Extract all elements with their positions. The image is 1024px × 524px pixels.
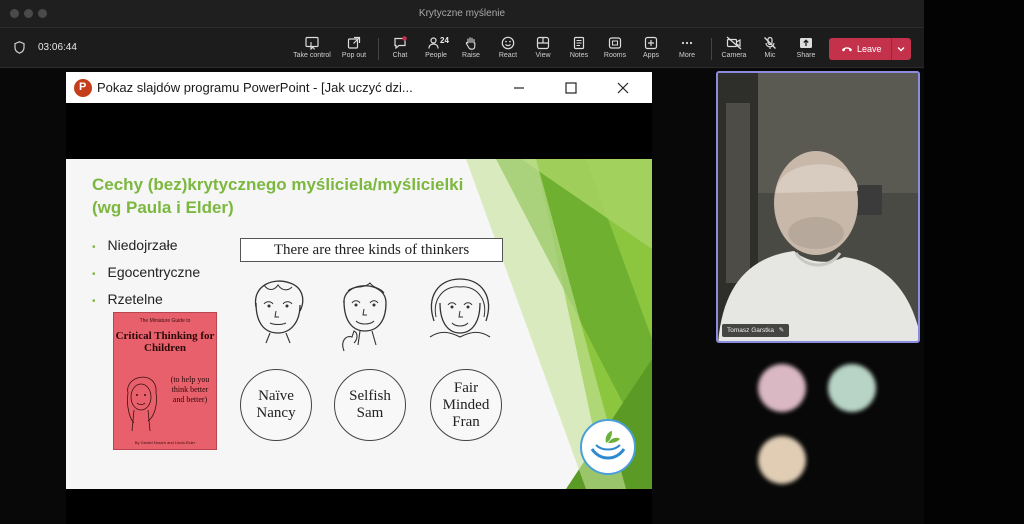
pop-out-icon (347, 36, 361, 49)
rooms-icon (608, 37, 622, 49)
thinkers-caption: There are three kinds of thinkers (240, 238, 503, 262)
bullet-item: • Egocentryczne (92, 264, 201, 280)
leave-button[interactable]: Leave (829, 38, 911, 60)
bullet-item: • Rzetelne (92, 291, 163, 307)
more-label: More (679, 52, 695, 59)
leave-label: Leave (857, 44, 882, 54)
character-label-sam: Selfish Sam (334, 369, 406, 441)
view-icon (536, 36, 550, 50)
apps-icon (644, 36, 658, 50)
take-control-button[interactable]: Take control (290, 34, 334, 64)
share-button[interactable]: Share (784, 34, 828, 64)
slide: Cechy (bez)krytycznego myśliciela/myślic… (66, 159, 652, 489)
participant-avatar[interactable] (828, 364, 876, 412)
sam-face-drawing (342, 282, 387, 352)
pop-out-button[interactable]: Pop out (332, 34, 376, 64)
people-count: 24 (440, 36, 449, 45)
character-label-fran: Fair Minded Fran (430, 369, 502, 441)
character-label-nancy: Naïve Nancy (240, 369, 312, 441)
participant-video-tile[interactable]: Tomasz Garstka ✎ (716, 71, 920, 343)
shield-icon (14, 41, 25, 54)
mic-off-icon (764, 36, 776, 49)
smile-icon (501, 36, 515, 50)
participant-name-tag: Tomasz Garstka ✎ (722, 324, 790, 337)
screen-margin (924, 0, 1024, 524)
girl-drawing-icon (127, 376, 157, 432)
window-title: Krytyczne myślenie (418, 8, 506, 19)
teams-meeting-window: Krytyczne myślenie 03:06:44 Take control… (0, 0, 1024, 524)
chevron-down-icon[interactable] (896, 44, 906, 54)
powerpoint-window-title: Pokaz slajdów programu PowerPoint - [Jak… (97, 80, 413, 95)
nancy-face-drawing (255, 280, 304, 344)
share-icon (800, 38, 812, 48)
participant-video-frame (718, 73, 918, 341)
title-bar: Krytyczne myślenie (0, 0, 924, 28)
more-button[interactable]: More (665, 34, 709, 64)
minimize-icon[interactable] (511, 80, 527, 96)
meeting-toolbar: 03:06:44 Take control Pop out Chat 24 Pe… (0, 28, 924, 68)
meeting-timer: 03:06:44 (38, 42, 77, 53)
take-control-label: Take control (293, 52, 331, 59)
participant-avatar[interactable] (758, 364, 806, 412)
phone-hangup-icon (842, 47, 852, 52)
organization-logo-icon (580, 419, 636, 475)
camera-off-icon (726, 36, 742, 50)
bullet-item: • Niedojrzałe (92, 237, 178, 253)
powerpoint-slideshow-window: P Pokaz slajdów programu PowerPoint - [J… (66, 72, 652, 524)
hand-icon (465, 37, 476, 50)
share-label: Share (796, 52, 816, 59)
pin-icon: ✎ (778, 327, 785, 334)
notes-icon (573, 36, 585, 50)
powerpoint-logo-icon: P (74, 79, 92, 97)
fran-face-drawing (429, 278, 491, 338)
chat-icon (394, 36, 407, 50)
close-icon[interactable] (615, 80, 631, 96)
participant-avatar[interactable] (758, 436, 806, 484)
maximize-icon[interactable] (563, 80, 579, 96)
book-cover-image: The Miniature Guide to Critical Thinking… (113, 312, 217, 450)
take-control-icon (305, 36, 319, 50)
powerpoint-title-bar: P Pokaz slajdów programu PowerPoint - [J… (66, 72, 652, 103)
more-icon (681, 41, 693, 45)
pop-out-label: Pop out (341, 52, 367, 59)
slide-title: Cechy (bez)krytycznego myśliciela/myślic… (92, 175, 464, 217)
